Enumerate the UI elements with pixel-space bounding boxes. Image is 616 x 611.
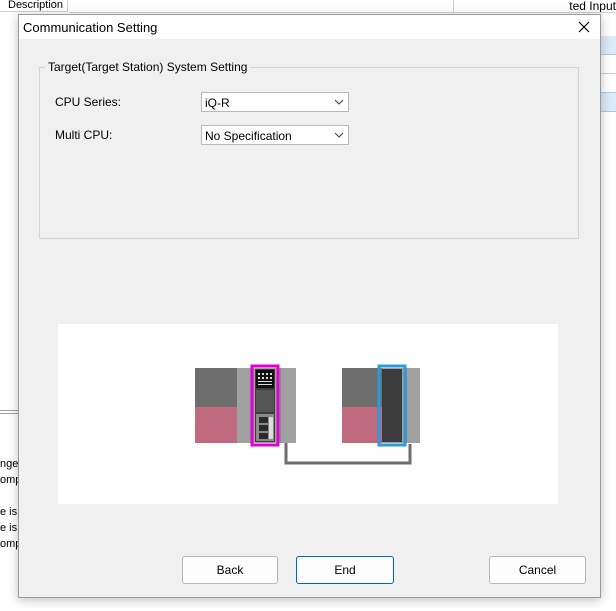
target-system-setting-group: Target(Target Station) System Setting CP… xyxy=(39,60,579,239)
multi-cpu-select[interactable]: No Specification xyxy=(201,125,349,145)
group-title: Target(Target Station) System Setting xyxy=(45,60,251,74)
target-station-rack xyxy=(342,364,420,447)
target-module-icon xyxy=(377,364,407,447)
back-button[interactable]: Back xyxy=(182,556,278,584)
background-text-line: omp xyxy=(0,474,18,486)
chevron-down-icon xyxy=(334,132,344,138)
cpu-series-label: CPU Series: xyxy=(55,95,122,109)
background-text-line: nge xyxy=(0,458,18,470)
background-column-header-blank xyxy=(69,0,454,13)
chevron-down-icon xyxy=(334,99,344,105)
dialog-titlebar: Communication Setting xyxy=(19,15,600,39)
background-text-line: omp xyxy=(0,538,18,550)
background-divider xyxy=(0,410,18,411)
own-station-rack xyxy=(195,364,296,447)
system-configuration-diagram xyxy=(58,324,558,504)
configuration-diagram-image xyxy=(195,364,420,465)
background-text-line: e is xyxy=(0,522,18,534)
cpu-series-select[interactable]: iQ-R xyxy=(201,92,349,112)
dialog-title: Communication Setting xyxy=(23,20,158,35)
background-column-header-description: Description xyxy=(0,0,68,12)
multi-cpu-value: No Specification xyxy=(205,129,292,143)
multi-cpu-label: Multi CPU: xyxy=(55,128,113,142)
communication-setting-dialog: Communication Setting Target(Target Stat… xyxy=(18,14,601,598)
cancel-button[interactable]: Cancel xyxy=(489,556,586,584)
cpu-module-icon xyxy=(250,364,280,447)
end-button[interactable]: End xyxy=(296,556,394,584)
close-button[interactable] xyxy=(568,15,600,39)
background-divider xyxy=(0,413,18,414)
background-text-line: e is xyxy=(0,506,18,518)
close-icon xyxy=(578,21,590,33)
background-column-header-input: ted Input xyxy=(454,0,616,13)
cpu-series-value: iQ-R xyxy=(205,96,230,110)
